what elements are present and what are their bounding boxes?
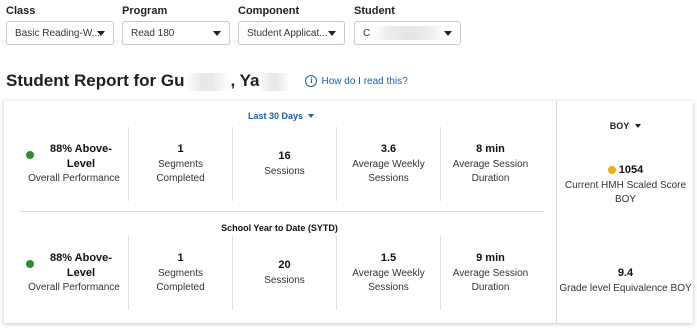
overall-performance-metric: 88% Above-Level Overall Performance bbox=[20, 236, 128, 310]
sessions-value: 20 bbox=[278, 258, 291, 271]
grade-equivalence-value: 9.4 bbox=[617, 267, 634, 279]
duration-metric: 9 min Average Session Duration bbox=[440, 236, 540, 310]
segments-metric: 1 Segments Completed bbox=[128, 127, 232, 201]
performance-label: Overall Performance bbox=[28, 173, 120, 184]
help-link[interactable]: i How do I read this? bbox=[305, 75, 408, 87]
redacted-name bbox=[259, 72, 290, 91]
sessions-label: Sessions bbox=[264, 165, 305, 177]
period-metrics-row: 88% Above-Level Overall Performance 1 Se… bbox=[20, 127, 540, 201]
section-divider bbox=[20, 211, 544, 212]
scaled-score-metric: 1054 Current HMH Scaled Score BOY bbox=[557, 164, 694, 207]
segments-value: 1 bbox=[177, 142, 184, 155]
duration-value: 8 min bbox=[476, 142, 505, 155]
title-mid: , Ya bbox=[230, 71, 260, 90]
report-card: Last 30 Days 88% Above-Level Overall Per… bbox=[4, 101, 693, 323]
performance-value: 88% Above-Level bbox=[50, 143, 112, 170]
component-select[interactable]: Student Applicat... bbox=[238, 21, 345, 45]
student-filter: Student C bbox=[354, 4, 461, 45]
sytd-heading: School Year to Date (SYTD) bbox=[221, 223, 338, 233]
redacted-name bbox=[374, 26, 445, 40]
sessions-metric: 16 Sessions bbox=[232, 127, 336, 201]
component-filter-label: Component bbox=[238, 5, 300, 17]
status-dot-green bbox=[26, 260, 34, 268]
segments-value: 1 bbox=[177, 251, 184, 264]
weekly-sessions-label: Average Weekly Sessions bbox=[352, 158, 425, 184]
sytd-metrics-row: 88% Above-Level Overall Performance 1 Se… bbox=[20, 236, 540, 310]
class-filter: Class Basic Reading-W... bbox=[6, 4, 114, 45]
chevron-down-icon bbox=[328, 31, 336, 36]
redacted-name bbox=[184, 72, 231, 91]
weekly-sessions-label: Average Weekly Sessions bbox=[352, 267, 425, 293]
sessions-metric: 20 Sessions bbox=[232, 236, 336, 310]
duration-label: Average Session Duration bbox=[452, 267, 529, 293]
title-prefix: Student Report for Gu bbox=[6, 71, 185, 90]
caret-down-icon bbox=[308, 114, 315, 118]
class-select[interactable]: Basic Reading-W... bbox=[6, 21, 114, 45]
scaled-score-value: 1054 bbox=[618, 164, 644, 176]
benchmark-dropdown[interactable]: BOY bbox=[557, 121, 694, 131]
scaled-score-head: 1054 bbox=[557, 164, 694, 176]
benchmark-panel: BOY 1054 Current HMH Scaled Score BOY 9.… bbox=[556, 101, 694, 323]
chevron-down-icon bbox=[213, 31, 221, 36]
weekly-sessions-value: 1.5 bbox=[380, 251, 397, 264]
caret-down-icon bbox=[635, 124, 642, 128]
student-select-value: C bbox=[363, 27, 371, 39]
duration-label: Average Session Duration bbox=[452, 158, 529, 184]
program-filter: Program Read 180 bbox=[122, 4, 230, 45]
status-dot-green bbox=[26, 151, 34, 159]
performance-value: 88% Above-Level bbox=[50, 252, 112, 279]
sessions-value: 16 bbox=[278, 149, 291, 162]
chevron-down-icon bbox=[97, 31, 105, 36]
weekly-sessions-metric: 1.5 Average Weekly Sessions bbox=[336, 236, 440, 310]
sessions-label: Sessions bbox=[264, 274, 305, 286]
class-filter-label: Class bbox=[6, 5, 36, 17]
performance-head: 88% Above-Level bbox=[26, 142, 122, 172]
page-title: Student Report for Gu , Ya bbox=[6, 71, 290, 91]
overall-performance-metric: 88% Above-Level Overall Performance bbox=[20, 127, 128, 201]
scaled-score-label: Current HMH Scaled Score BOY bbox=[564, 180, 687, 205]
weekly-sessions-metric: 3.6 Average Weekly Sessions bbox=[336, 127, 440, 201]
duration-metric: 8 min Average Session Duration bbox=[440, 127, 540, 201]
component-select-value: Student Applicat... bbox=[247, 27, 328, 39]
period-dropdown-label: Last 30 Days bbox=[248, 111, 304, 121]
chevron-down-icon bbox=[444, 31, 452, 36]
weekly-sessions-value: 3.6 bbox=[380, 142, 397, 155]
info-icon: i bbox=[305, 75, 318, 87]
program-select[interactable]: Read 180 bbox=[122, 21, 230, 45]
performance-label: Overall Performance bbox=[28, 282, 120, 293]
component-filter: Component Student Applicat... bbox=[238, 4, 345, 45]
period-dropdown[interactable]: Last 30 Days bbox=[248, 111, 315, 121]
duration-value: 9 min bbox=[476, 251, 505, 264]
benchmark-dropdown-label: BOY bbox=[609, 121, 630, 131]
usage-panel: Last 30 Days 88% Above-Level Overall Per… bbox=[4, 101, 555, 323]
segments-label: Segments Completed bbox=[156, 267, 205, 293]
performance-head: 88% Above-Level bbox=[26, 251, 122, 281]
report-header: Student Report for Gu , Ya i How do I rea… bbox=[6, 70, 408, 92]
status-dot-yellow bbox=[607, 166, 616, 174]
student-select[interactable]: C bbox=[354, 21, 461, 45]
student-filter-label: Student bbox=[354, 5, 395, 17]
program-select-value: Read 180 bbox=[131, 27, 175, 39]
program-filter-label: Program bbox=[122, 5, 168, 17]
help-link-label: How do I read this? bbox=[321, 75, 408, 87]
grade-equivalence-label: Grade level Equivalence BOY bbox=[559, 283, 692, 294]
segments-label: Segments Completed bbox=[156, 158, 205, 184]
grade-equivalence-metric: 9.4 Grade level Equivalence BOY bbox=[557, 267, 694, 294]
segments-metric: 1 Segments Completed bbox=[128, 236, 232, 310]
class-select-value: Basic Reading-W... bbox=[15, 27, 101, 39]
